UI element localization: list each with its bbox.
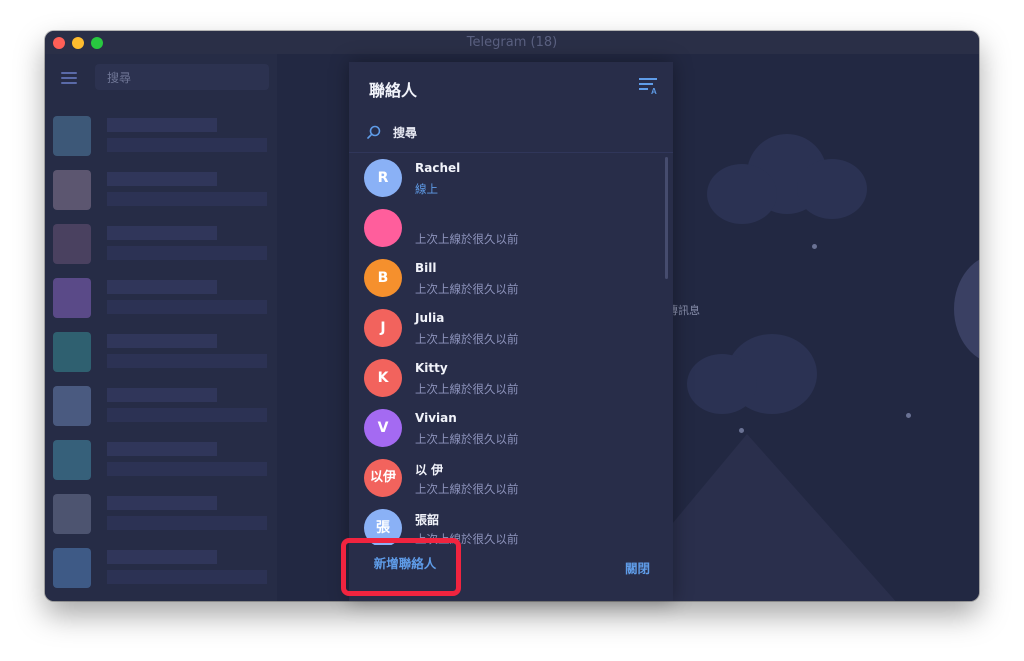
- contact-row[interactable]: 以伊 以 伊 上次上線於很久以前: [349, 453, 665, 503]
- chat-list-item[interactable]: [53, 544, 269, 592]
- svg-text:A: A: [651, 87, 657, 95]
- blurred-chat-preview: [107, 300, 267, 314]
- star-decoration: [812, 244, 817, 249]
- search-icon: [367, 125, 381, 139]
- avatar: R: [364, 159, 402, 197]
- star-decoration: [739, 428, 744, 433]
- contact-row[interactable]: 上次上線於很久以前: [349, 203, 665, 253]
- hamburger-menu-icon[interactable]: [61, 72, 77, 84]
- window-title: Telegram (18): [466, 35, 558, 50]
- avatar: V: [364, 409, 402, 447]
- avatar: [364, 209, 402, 247]
- chat-search-placeholder: 搜尋: [107, 71, 132, 85]
- dialog-title: 聯絡人: [369, 81, 418, 100]
- chat-list-item[interactable]: [53, 112, 269, 160]
- contact-row[interactable]: J Julia 上次上線於很久以前: [349, 303, 665, 353]
- contact-status: 上次上線於很久以前: [415, 382, 519, 396]
- chat-list-item[interactable]: [53, 220, 269, 268]
- moon-decoration: [954, 254, 979, 364]
- blurred-chat-preview: [107, 138, 267, 152]
- cloud-decoration: [797, 159, 867, 219]
- contact-status: 上次上線於很久以前: [415, 232, 519, 246]
- contact-status: 上次上線於很久以前: [415, 332, 519, 346]
- blurred-chat-name: [107, 550, 217, 564]
- avatar: [53, 278, 91, 318]
- chat-list-item[interactable]: [53, 166, 269, 214]
- contact-status: 上次上線於很久以前: [415, 432, 519, 446]
- contacts-dialog: 聯絡人 A R Rachel 線上 上次上線於很久以前 B Bill 上次上線於…: [349, 62, 673, 601]
- contacts-list: R Rachel 線上 上次上線於很久以前 B Bill 上次上線於很久以前 J…: [349, 153, 673, 545]
- avatar: [53, 440, 91, 480]
- blurred-chat-preview: [107, 408, 267, 422]
- avatar: 以伊: [364, 459, 402, 497]
- blurred-chat-name: [107, 496, 217, 510]
- highlight-box: [341, 538, 461, 596]
- contact-status: 上次上線於很久以前: [415, 482, 519, 496]
- blurred-chat-preview: [107, 192, 267, 206]
- blurred-chat-preview: [107, 462, 267, 476]
- chat-list-item[interactable]: [53, 274, 269, 322]
- contact-status: 上次上線於很久以前: [415, 282, 519, 296]
- chat-list-pane: 搜尋: [45, 54, 277, 601]
- blurred-chat-name: [107, 334, 217, 348]
- blurred-chat-name: [107, 172, 217, 186]
- cloud-decoration: [707, 164, 777, 224]
- blurred-chat-preview: [107, 516, 267, 530]
- contact-name: Rachel: [415, 161, 461, 175]
- avatar: K: [364, 359, 402, 397]
- contact-name: 以 伊: [415, 463, 444, 477]
- avatar: [53, 116, 91, 156]
- contact-row[interactable]: K Kitty 上次上線於很久以前: [349, 353, 665, 403]
- chat-list-item[interactable]: [53, 436, 269, 484]
- chat-list-item[interactable]: [53, 490, 269, 538]
- blurred-chat-name: [107, 280, 217, 294]
- avatar: [53, 386, 91, 426]
- title-bar: Telegram (18): [45, 31, 979, 54]
- star-decoration: [906, 413, 911, 418]
- avatar: [53, 170, 91, 210]
- contact-name: 張韶: [415, 513, 440, 527]
- contact-row[interactable]: R Rachel 線上: [349, 153, 665, 203]
- blurred-chat-name: [107, 118, 217, 132]
- contact-row[interactable]: V Vivian 上次上線於很久以前: [349, 403, 665, 453]
- cloud-decoration: [687, 354, 757, 414]
- blurred-chat-preview: [107, 246, 267, 260]
- avatar: [53, 494, 91, 534]
- chat-search-input[interactable]: 搜尋: [95, 64, 269, 90]
- chat-list-item[interactable]: [53, 382, 269, 430]
- blurred-chat-name: [107, 388, 217, 402]
- avatar: J: [364, 309, 402, 347]
- blurred-chat-name: [107, 442, 217, 456]
- contact-status: 線上: [415, 182, 438, 196]
- contact-name: Kitty: [415, 361, 448, 375]
- avatar: B: [364, 259, 402, 297]
- contact-name: Bill: [415, 261, 437, 275]
- sort-by-name-icon[interactable]: A: [639, 77, 659, 95]
- avatar: [53, 332, 91, 372]
- contacts-search-bar: [349, 114, 673, 153]
- close-button[interactable]: 關閉: [625, 558, 650, 577]
- blurred-chat-preview: [107, 570, 267, 584]
- contact-name: Vivian: [415, 411, 457, 425]
- chat-list-item[interactable]: [53, 328, 269, 376]
- blurred-chat-name: [107, 226, 217, 240]
- contacts-search-input[interactable]: [393, 123, 643, 143]
- blurred-chat-preview: [107, 354, 267, 368]
- contact-row[interactable]: B Bill 上次上線於很久以前: [349, 253, 665, 303]
- avatar: [53, 548, 91, 588]
- avatar: [53, 224, 91, 264]
- contacts-scrollbar[interactable]: [665, 157, 668, 279]
- contact-name: Julia: [415, 311, 445, 325]
